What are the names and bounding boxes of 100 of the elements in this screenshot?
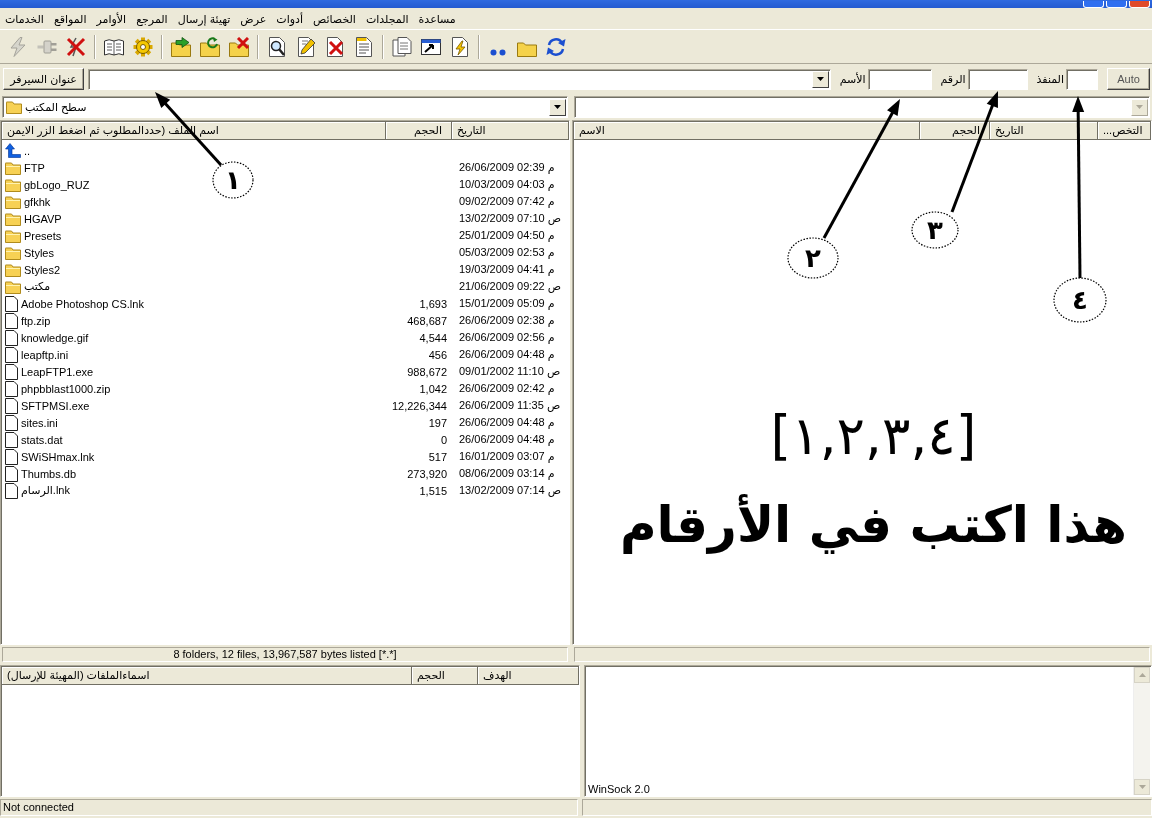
menu-item[interactable]: أدوات [275, 11, 304, 26]
column-header[interactable]: الحجم [920, 122, 990, 140]
file-size: 988,672 [407, 365, 447, 378]
file-name[interactable]: SWiSHmax.lnk [21, 450, 95, 463]
menu-item[interactable]: المجلدات [364, 11, 410, 26]
file-name[interactable]: .. [24, 144, 31, 157]
server-address-button[interactable]: عنوان السيرفر [3, 68, 84, 90]
numbered-callout: ٤ [1053, 277, 1107, 323]
maximize-button[interactable] [1106, 1, 1127, 8]
menu-item[interactable]: المرجع [135, 11, 169, 26]
file-date: 26/06/2009 04:48 م [459, 416, 555, 428]
folder-cross-icon [228, 36, 249, 57]
menu-item[interactable]: مساعدة [417, 11, 457, 26]
file-icon [5, 465, 18, 482]
folder-icon [5, 279, 21, 294]
caret-icon [1138, 673, 1146, 677]
port-field[interactable] [1066, 68, 1098, 90]
path-field[interactable]: سطح المكتب [2, 96, 568, 118]
file-icon [5, 448, 18, 465]
close-button[interactable] [1129, 1, 1150, 8]
dots-icon [489, 49, 506, 56]
file-date: 26/06/2009 02:38 م [459, 314, 555, 326]
up-arrow-icon [5, 143, 21, 158]
column-header[interactable]: الاسم [574, 122, 920, 140]
file-date: 13/02/2009 07:10 ص [459, 212, 561, 224]
file-name[interactable]: الرسام.lnk [21, 484, 70, 497]
column-header[interactable]: التخص... [1098, 122, 1151, 140]
folder-icon [5, 211, 21, 226]
file-name[interactable]: gbLogo_RUZ [24, 178, 90, 191]
menu-item[interactable]: المواقع [52, 11, 88, 26]
log-line: WinSock 2.0 [588, 783, 650, 795]
menu-item[interactable]: الخصائص [311, 11, 357, 26]
file-size: 1,693 [419, 297, 447, 310]
file-name[interactable]: مكتب [24, 280, 51, 293]
file-name[interactable]: stats.dat [21, 433, 63, 446]
column-header[interactable]: التاريخ [990, 122, 1098, 140]
field-label: الأسم [839, 72, 866, 86]
caret-icon [1138, 785, 1146, 789]
caret-icon [1136, 105, 1143, 109]
pane-status-bar: 8 folders, 12 files, 13,967,587 bytes listed [*.*] [2, 647, 568, 662]
folder-refresh-icon [199, 36, 220, 57]
file-name[interactable]: Styles [24, 246, 54, 259]
file-name[interactable]: SFTPMSI.exe [21, 399, 90, 412]
annotation-numbers: [١,٢,٣,٤] [770, 406, 977, 467]
number-field[interactable] [967, 68, 1028, 90]
menu-item[interactable]: الأوامر [95, 11, 128, 26]
file-name[interactable]: sites.ini [21, 416, 58, 429]
folder-icon [5, 194, 21, 209]
address-field[interactable] [88, 68, 831, 90]
file-name[interactable]: Presets [24, 229, 62, 242]
file-date: 26/06/2009 04:48 م [459, 348, 555, 360]
dropdown-button[interactable] [811, 70, 829, 88]
file-icon [5, 431, 18, 448]
file-name[interactable]: Thumbs.db [21, 467, 77, 480]
file-name[interactable]: ftp.zip [21, 314, 51, 327]
folder-icon [5, 160, 21, 175]
refresh-icon [545, 36, 566, 57]
file-date: 26/06/2009 04:48 م [459, 433, 555, 445]
pencil-icon [295, 36, 316, 57]
minimize-button[interactable] [1083, 1, 1104, 8]
folder-icon [5, 245, 21, 260]
menu-item[interactable]: تهيئة إرسال [176, 11, 232, 26]
column-header[interactable]: الحجم [412, 667, 478, 685]
column-header[interactable]: اسماءالملفات (المهيئة للإرسال) [2, 667, 412, 685]
file-date: 05/03/2009 02:53 م [459, 246, 555, 258]
file-name[interactable]: leapftp.ini [21, 348, 69, 361]
menu-item[interactable]: عرض [239, 11, 268, 26]
file-name[interactable]: knowledge.gif [21, 331, 89, 344]
file-icon [5, 380, 18, 397]
field-label: المنفذ [1036, 72, 1064, 86]
file-name[interactable]: HGAVP [24, 212, 62, 225]
search-icon [266, 36, 287, 57]
file-date: 26/06/2009 02:39 م [459, 161, 555, 173]
column-header[interactable]: الهدف [478, 667, 579, 685]
file-name[interactable]: Adobe Photoshop CS.lnk [21, 297, 144, 310]
file-date: 26/06/2009 11:35 ص [459, 399, 561, 411]
menu-item[interactable]: الخدمات [4, 11, 45, 26]
file-name[interactable]: gfkhk [24, 195, 51, 208]
column-header[interactable]: الحجم [386, 122, 452, 140]
file-date: 15/01/2009 05:09 م [459, 297, 555, 309]
file-date: 16/01/2009 03:07 م [459, 450, 555, 462]
file-date: 10/03/2009 04:03 م [459, 178, 555, 190]
dropdown-button[interactable] [549, 98, 566, 116]
file-name[interactable]: phpbblast1000.zip [21, 382, 111, 395]
name-field[interactable] [867, 68, 932, 90]
file-name[interactable]: FTP [24, 161, 45, 174]
book-icon [103, 36, 124, 57]
numbered-callout: ٣ [911, 211, 959, 249]
folder-arrow-icon [170, 36, 191, 57]
file-size: 273,920 [407, 467, 447, 480]
file-icon [5, 482, 18, 499]
file-icon [5, 295, 18, 312]
file-date: 19/03/2009 04:41 م [459, 263, 555, 275]
column-header[interactable]: التاريخ [452, 122, 569, 140]
path-field[interactable] [574, 96, 1150, 118]
file-name[interactable]: LeapFTP1.exe [21, 365, 94, 378]
file-icon [5, 312, 18, 329]
file-size: 197 [428, 416, 447, 429]
file-name[interactable]: Styles2 [24, 263, 61, 276]
auto-button[interactable]: Auto [1107, 68, 1150, 90]
